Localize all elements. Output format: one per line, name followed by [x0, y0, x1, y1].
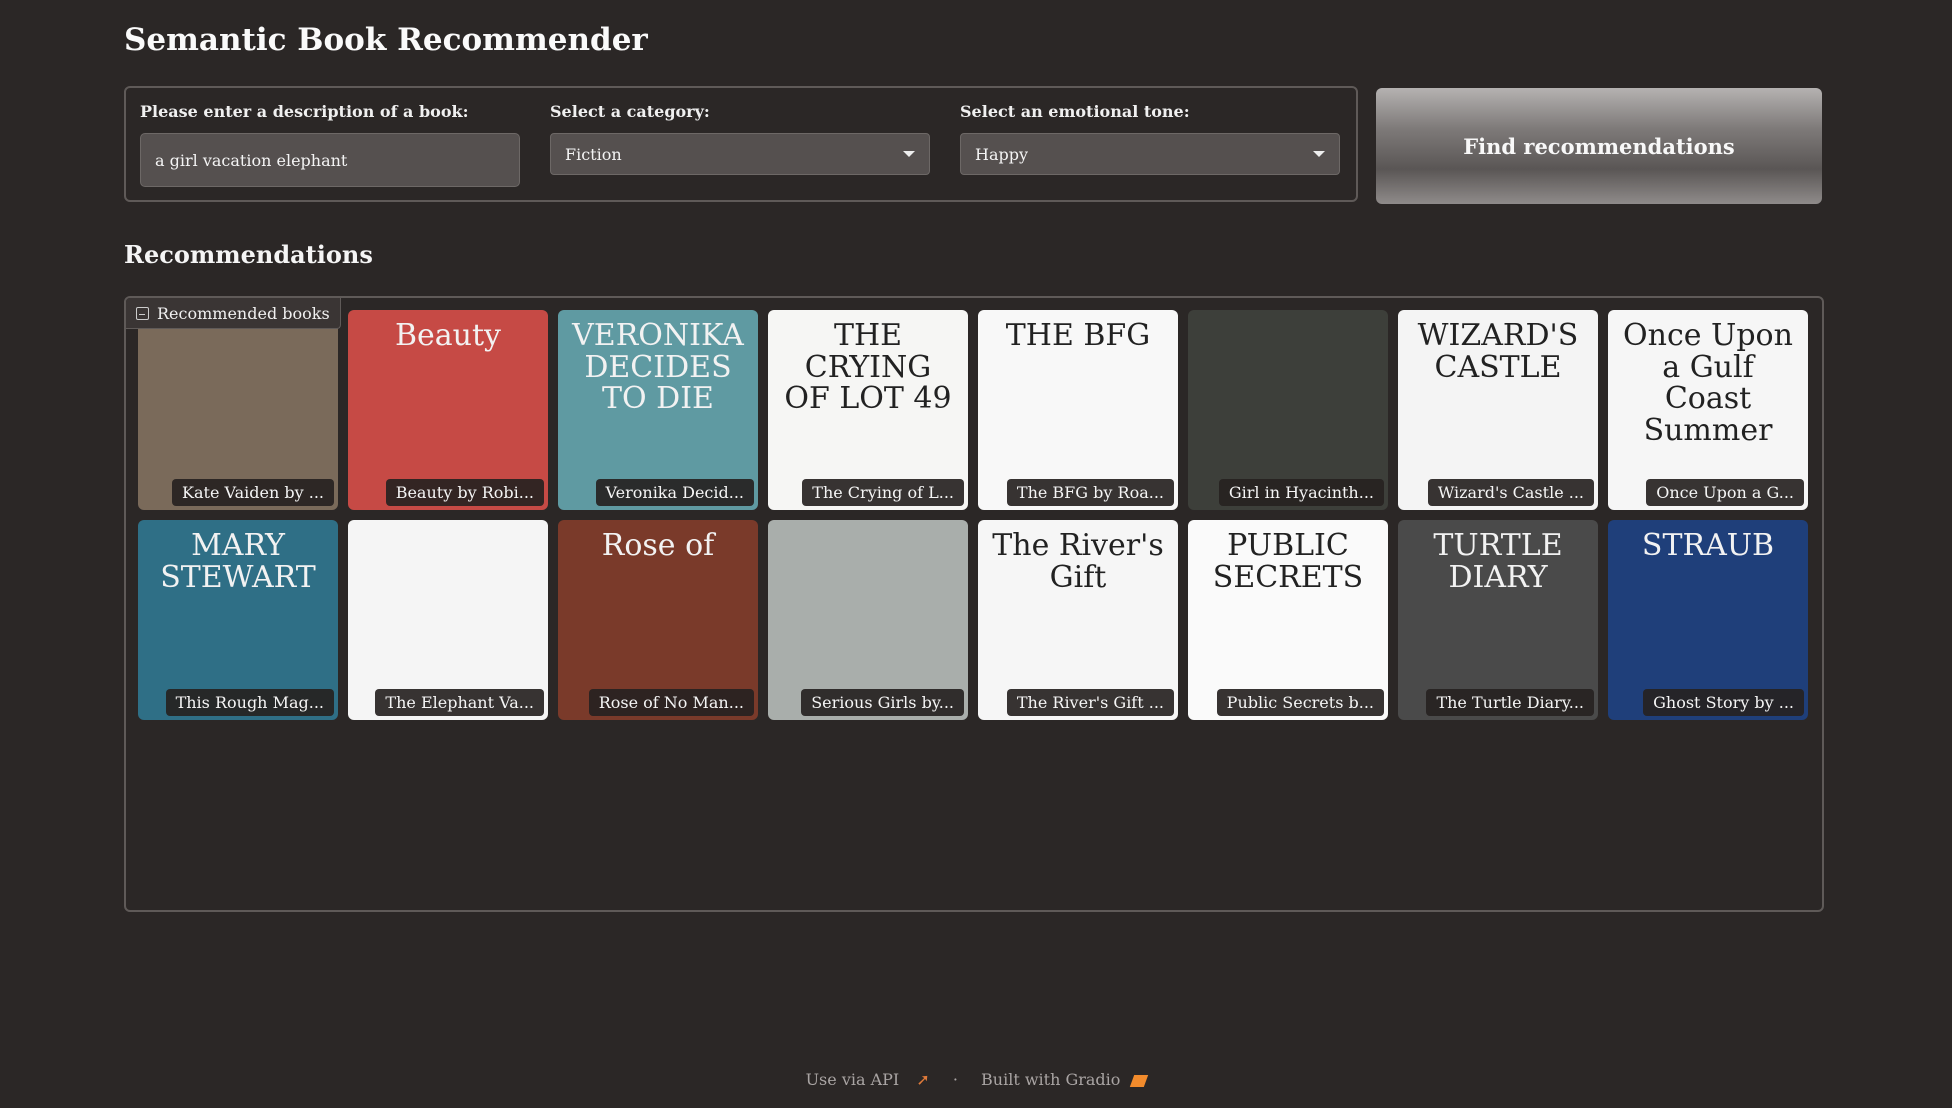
book-card[interactable]: THE BFG The BFG by Roa... [978, 310, 1178, 510]
book-card[interactable]: THE CRYING OF LOT 49 The Crying of L... [768, 310, 968, 510]
book-card[interactable]: VERONIKA DECIDES TO DIE Veronika Decid... [558, 310, 758, 510]
book-cover-text: Rose of [601, 528, 715, 563]
tone-dropdown[interactable]: Happy [960, 133, 1340, 175]
book-card[interactable]: Serious Girls by... [768, 520, 968, 720]
book-card[interactable]: The Elephant Va... [348, 520, 548, 720]
tone-field: Select an emotional tone: Happy [960, 102, 1340, 175]
book-caption: Girl in Hyacinth... [1218, 479, 1384, 506]
gradio-link[interactable]: Built with Gradio [975, 1070, 1152, 1089]
rocket-icon: ➚ [916, 1070, 930, 1089]
gallery-label: Recommended books [126, 298, 341, 329]
book-caption: Ghost Story by ... [1643, 689, 1804, 716]
book-card[interactable]: Beauty Beauty by Robi... [348, 310, 548, 510]
page-title: Semantic Book Recommender [124, 22, 648, 58]
category-value: Fiction [565, 144, 622, 164]
chevron-down-icon [903, 151, 915, 157]
book-card[interactable]: MARY STEWART This Rough Mag... [138, 520, 338, 720]
book-cover-text: TURTLE DIARY [1433, 528, 1563, 595]
query-label: Please enter a description of a book: [140, 102, 469, 121]
book-caption: Once Upon a G... [1646, 479, 1804, 506]
book-cover-text: THE CRYING OF LOT 49 [784, 318, 952, 416]
book-caption: The Turtle Diary... [1426, 689, 1594, 716]
book-cover-text: MARY STEWART [160, 528, 316, 595]
footer-separator: · [952, 1070, 958, 1089]
image-icon [136, 306, 149, 320]
recommendations-gallery: Recommended books Kate Vaiden by ... Beau… [124, 296, 1824, 912]
api-link[interactable]: Use via API ➚ [800, 1070, 936, 1089]
book-caption: This Rough Mag... [165, 689, 334, 716]
book-caption: Public Secrets b... [1216, 689, 1384, 716]
category-field: Select a category: Fiction [550, 102, 930, 175]
book-card[interactable]: STRAUB Ghost Story by ... [1608, 520, 1808, 720]
recommendations-heading: Recommendations [124, 240, 373, 269]
book-cover-text: The River's Gift [992, 528, 1164, 595]
book-caption: Serious Girls by... [801, 689, 964, 716]
category-label: Select a category: [550, 102, 710, 121]
chevron-down-icon [1313, 151, 1325, 157]
book-caption: Wizard's Castle ... [1427, 479, 1594, 506]
book-cover-text: Beauty [394, 318, 501, 353]
book-cover-text: VERONIKA DECIDES TO DIE [572, 318, 744, 416]
gallery-label-text: Recommended books [157, 303, 330, 323]
book-caption: The River's Gift ... [1006, 689, 1174, 716]
book-caption: The Crying of L... [802, 479, 964, 506]
book-caption: Kate Vaiden by ... [172, 479, 334, 506]
book-caption: Veronika Decid... [595, 479, 754, 506]
query-field: Please enter a description of a book: [140, 102, 520, 187]
book-caption: Rose of No Man... [588, 689, 754, 716]
book-card[interactable]: Rose of Rose of No Man... [558, 520, 758, 720]
book-caption: Beauty by Robi... [385, 479, 544, 506]
gradio-logo-icon [1130, 1074, 1149, 1087]
book-card[interactable]: TURTLE DIARY The Turtle Diary... [1398, 520, 1598, 720]
book-cover-text: THE BFG [1005, 318, 1151, 353]
tone-label: Select an emotional tone: [960, 102, 1190, 121]
book-cover-text: STRAUB [1641, 528, 1775, 563]
book-cover-text: WIZARD'S CASTLE [1417, 318, 1579, 385]
category-dropdown[interactable]: Fiction [550, 133, 930, 175]
book-cover-text: Once Upon a Gulf Coast Summer [1623, 318, 1793, 448]
book-cover-text: PUBLIC SECRETS [1212, 528, 1364, 595]
description-input[interactable] [140, 133, 520, 187]
book-caption: The BFG by Roa... [1006, 479, 1174, 506]
book-card[interactable]: The River's Gift The River's Gift ... [978, 520, 1178, 720]
book-card[interactable]: Once Upon a Gulf Coast Summer Once Upon a… [1608, 310, 1808, 510]
book-card[interactable]: Girl in Hyacinth... [1188, 310, 1388, 510]
book-grid: Kate Vaiden by ... Beauty Beauty by Robi..… [138, 310, 1808, 720]
book-card[interactable]: PUBLIC SECRETS Public Secrets b... [1188, 520, 1388, 720]
book-caption: The Elephant Va... [375, 689, 544, 716]
search-form: Please enter a description of a book: Se… [124, 86, 1358, 202]
find-recommendations-button[interactable]: Find recommendations [1376, 88, 1822, 204]
footer: Use via API ➚ · Built with Gradio [0, 1070, 1952, 1089]
book-card[interactable]: WIZARD'S CASTLE Wizard's Castle ... [1398, 310, 1598, 510]
book-card[interactable]: Kate Vaiden by ... [138, 310, 338, 510]
tone-value: Happy [975, 144, 1029, 164]
